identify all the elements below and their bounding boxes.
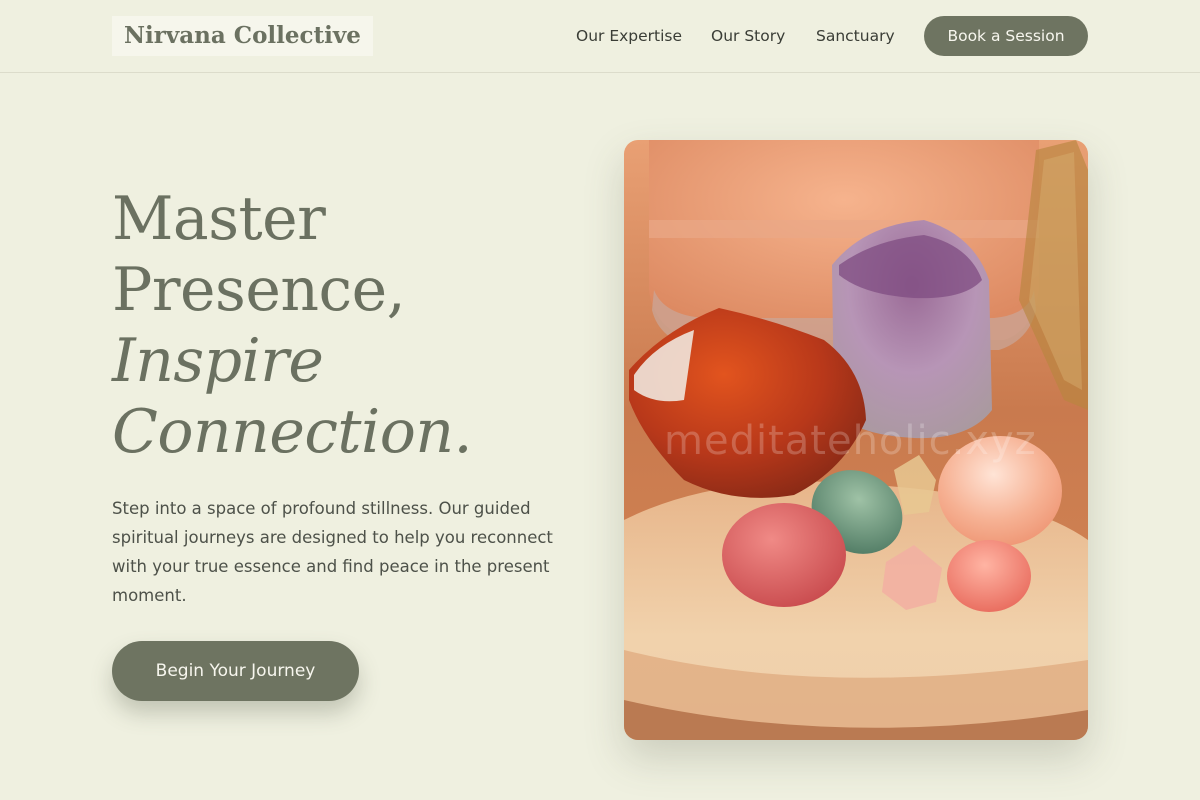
- site-header: Nirvana Collective Our Expertise Our Sto…: [0, 0, 1200, 73]
- crystals-photo: meditateholic.xyz: [624, 140, 1088, 740]
- nav-our-expertise[interactable]: Our Expertise: [576, 25, 682, 47]
- hero-title: Master Presence, Inspire Connection.: [112, 184, 592, 468]
- hero-title-line-2: Presence,: [112, 255, 406, 325]
- hero-title-line-3: Inspire: [112, 326, 324, 396]
- hero-title-line-1: Master: [112, 184, 326, 254]
- hero-title-line-4: Connection.: [112, 397, 473, 467]
- image-watermark: meditateholic.xyz: [664, 418, 1037, 464]
- nav-our-story[interactable]: Our Story: [711, 25, 785, 47]
- brand-logo[interactable]: Nirvana Collective: [112, 16, 373, 56]
- hero-description: Step into a space of profound stillness.…: [112, 499, 553, 605]
- nav-sanctuary[interactable]: Sanctuary: [816, 25, 895, 47]
- book-session-button[interactable]: Book a Session: [924, 16, 1088, 56]
- begin-journey-button[interactable]: Begin Your Journey: [112, 641, 359, 701]
